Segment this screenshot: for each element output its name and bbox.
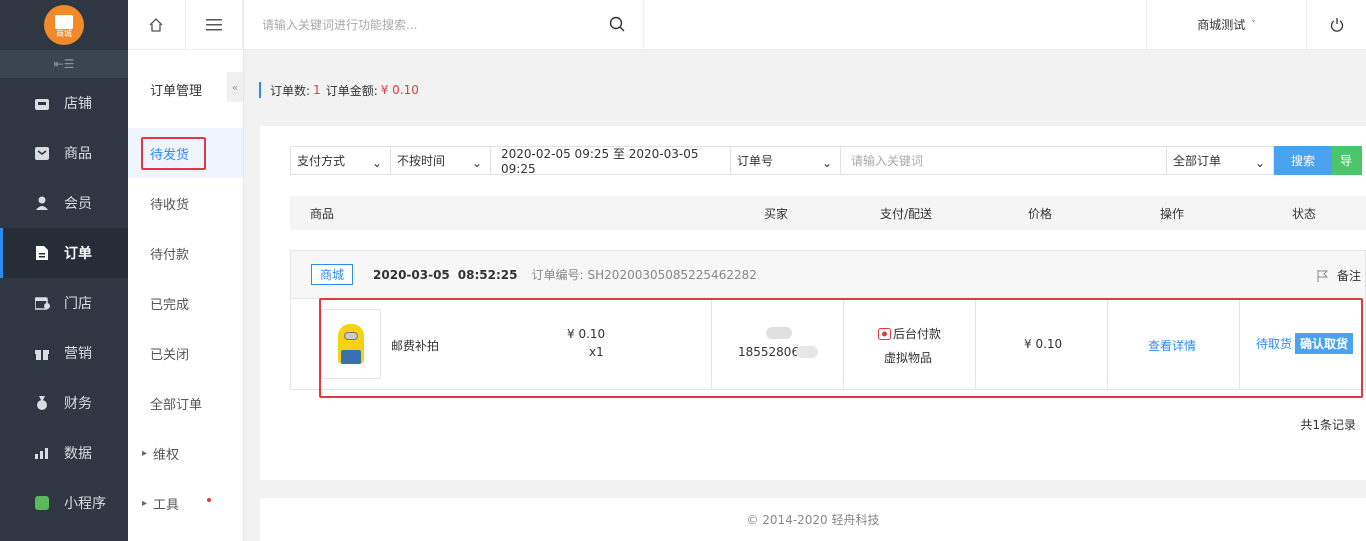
gift-icon bbox=[34, 345, 50, 361]
shop-tag: 商城 bbox=[311, 264, 354, 285]
sidebar-item-label: 财务 bbox=[64, 396, 92, 412]
sidebar-item-label: 商品 bbox=[64, 146, 92, 162]
order-number: SH20200305085225462282 bbox=[587, 267, 757, 282]
order-header: 商城 2020-03-05 08:52:25 订单编号: SH202003050… bbox=[291, 251, 1365, 299]
finance-icon bbox=[34, 395, 50, 411]
sidebar-item-miniapp[interactable]: 小程序 bbox=[0, 478, 128, 528]
date-range-picker[interactable]: 2020-02-05 09:25 至 2020-03-05 09:25 bbox=[490, 146, 730, 176]
chevron-down-icon: ⌄ bbox=[1254, 156, 1265, 170]
sidebar-item-label: 数据 bbox=[64, 446, 92, 462]
order-icon bbox=[34, 245, 50, 261]
sidebar-item-label: 订单 bbox=[64, 246, 92, 262]
sidebar-item-marketing[interactable]: 营销 bbox=[0, 328, 128, 378]
header-pay-delivery: 支付/配送 bbox=[880, 206, 933, 221]
submenu-item-all-orders[interactable]: 全部订单 bbox=[128, 378, 243, 428]
search-field-select[interactable]: 订单号 ⌄ bbox=[730, 146, 840, 175]
menu-toggle-button[interactable] bbox=[186, 0, 243, 49]
function-search-input[interactable]: 请输入关键词进行功能搜索... bbox=[244, 0, 644, 49]
bag-icon bbox=[55, 15, 73, 29]
brand-logo[interactable]: 商城 bbox=[44, 5, 84, 45]
sidebar-item-member[interactable]: 会员 bbox=[0, 178, 128, 228]
secondary-menu: 订单管理 « 待发货 待收货 待付款 已完成 已关闭 全部订单 维权 工具 bbox=[128, 0, 244, 541]
member-icon bbox=[34, 195, 50, 211]
chevron-down-icon: ⌄ bbox=[371, 156, 382, 170]
header-status: 状态 bbox=[1292, 206, 1317, 221]
sidebar-item-store[interactable]: 店铺 bbox=[0, 78, 128, 128]
sidebar-item-data[interactable]: 数据 bbox=[0, 428, 128, 478]
miniapp-icon bbox=[34, 495, 50, 511]
power-icon bbox=[1330, 17, 1343, 32]
header-goods: 商品 bbox=[310, 206, 335, 221]
export-button[interactable]: 导 bbox=[1332, 146, 1362, 175]
search-button[interactable]: 搜索 bbox=[1274, 146, 1332, 175]
main-nav: 店铺 商品 会员 订单 门店 营销 财务 数据 小程序 bbox=[0, 78, 128, 528]
submenu-item-completed[interactable]: 已完成 bbox=[128, 278, 243, 328]
sidebar-item-label: 门店 bbox=[64, 296, 92, 312]
submenu-group-rights[interactable]: 维权 bbox=[128, 428, 243, 478]
submenu-title: 订单管理 « bbox=[128, 50, 243, 128]
order-type-select[interactable]: 全部订单 ⌄ bbox=[1166, 146, 1274, 175]
header-action: 操作 bbox=[1160, 206, 1185, 221]
logout-button[interactable] bbox=[1306, 0, 1366, 49]
highlight-box-order-row bbox=[319, 298, 1363, 398]
sidebar-item-order[interactable]: 订单 bbox=[0, 228, 128, 278]
submenu-item-closed[interactable]: 已关闭 bbox=[128, 328, 243, 378]
order-number-label: 订单编号: bbox=[531, 268, 584, 282]
filter-bar: 支付方式 ⌄ 不按时间 ⌄ 2020-02-05 09:25 至 2020-03… bbox=[290, 146, 1362, 176]
sidebar-item-label: 营销 bbox=[64, 346, 92, 362]
notification-dot bbox=[207, 498, 211, 502]
submenu-group-tools[interactable]: 工具 bbox=[128, 478, 243, 528]
footer: © 2014-2020 轻舟科技 bbox=[260, 498, 1366, 541]
sidebar-collapse-toggle[interactable]: ⇤☰ bbox=[0, 50, 128, 78]
header-buyer: 买家 bbox=[764, 206, 789, 221]
header-price: 价格 bbox=[1028, 206, 1053, 221]
logo-text: 商城 bbox=[56, 29, 72, 38]
sidebar-item-label: 小程序 bbox=[64, 496, 106, 512]
home-button[interactable] bbox=[128, 0, 186, 49]
chevron-down-icon: ⌄ bbox=[821, 156, 832, 170]
submenu-item-pending-receive[interactable]: 待收货 bbox=[128, 178, 243, 228]
hamburger-icon bbox=[205, 18, 222, 30]
sidebar-item-finance[interactable]: 财务 bbox=[0, 378, 128, 428]
shop-icon bbox=[34, 295, 50, 311]
time-type-select[interactable]: 不按时间 ⌄ bbox=[390, 146, 490, 175]
remark-button[interactable]: 备注 bbox=[1317, 267, 1361, 284]
submenu-collapse-button[interactable]: « bbox=[227, 72, 243, 102]
store-icon bbox=[34, 95, 50, 111]
flag-icon bbox=[1317, 269, 1329, 282]
main-sidebar: 商城 ⇤☰ 店铺 商品 会员 订单 门店 营销 财务 数据 小程序 bbox=[0, 0, 128, 541]
collapse-menu-icon: ⇤☰ bbox=[53, 57, 75, 71]
logo-area: 商城 bbox=[0, 0, 128, 50]
top-bar: 请输入关键词进行功能搜索... 商城测试 ˅ bbox=[244, 0, 1366, 50]
total-records: 共1条记录 bbox=[1300, 418, 1356, 432]
keyword-input[interactable]: 请输入关键词 bbox=[840, 146, 1166, 175]
sidebar-item-label: 会员 bbox=[64, 196, 92, 212]
goods-icon bbox=[34, 145, 50, 161]
sidebar-item-shop[interactable]: 门店 bbox=[0, 278, 128, 328]
store-switcher[interactable]: 商城测试 ˅ bbox=[1146, 0, 1306, 49]
search-icon bbox=[609, 16, 625, 32]
order-summary: 订单数: 1 订单金额: ¥ 0.10 bbox=[259, 82, 424, 98]
copyright: © 2014-2020 轻舟科技 bbox=[746, 513, 880, 527]
sidebar-item-label: 店铺 bbox=[64, 96, 92, 112]
order-time: 08:52:25 bbox=[457, 267, 518, 282]
home-icon bbox=[149, 17, 163, 32]
sidebar-item-goods[interactable]: 商品 bbox=[0, 128, 128, 178]
submenu-item-pending-pay[interactable]: 待付款 bbox=[128, 228, 243, 278]
table-header: 商品 买家 支付/配送 价格 操作 状态 bbox=[290, 196, 1366, 230]
double-chevron-left-icon: « bbox=[231, 80, 239, 94]
order-date: 2020-03-05 bbox=[373, 267, 450, 282]
top-left-icons bbox=[128, 0, 243, 50]
chart-icon bbox=[34, 445, 50, 461]
chevron-down-icon: ⌄ bbox=[471, 156, 482, 170]
highlight-box-pending-ship bbox=[141, 137, 206, 170]
pay-method-select[interactable]: 支付方式 ⌄ bbox=[290, 146, 390, 175]
chevron-down-icon: ˅ bbox=[1251, 19, 1256, 30]
